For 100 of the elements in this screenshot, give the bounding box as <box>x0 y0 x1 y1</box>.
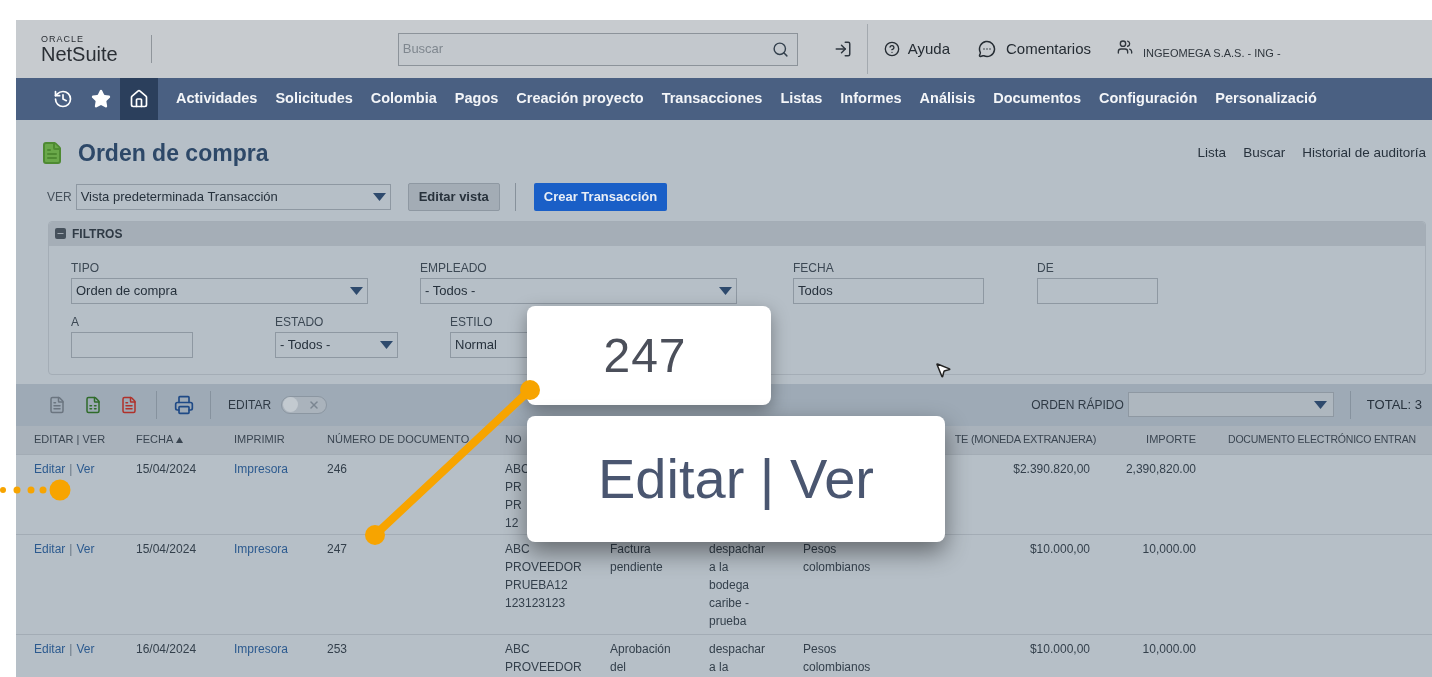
dropdown-caret-icon <box>1313 400 1327 409</box>
nav-menu-item[interactable]: Colombia <box>370 88 437 110</box>
speech-bubble-icon <box>978 40 996 58</box>
table-cell-text: despachar a la <box>709 640 766 676</box>
edit-view-button[interactable]: Editar vista <box>407 182 500 211</box>
callout-text: 247 <box>603 327 687 384</box>
input-field[interactable]: Todos <box>793 277 984 304</box>
table-cell-text: Pesos colombianos <box>803 540 871 576</box>
header-link[interactable]: Buscar <box>1243 143 1286 164</box>
feedback-button[interactable]: Comentarios <box>978 37 1092 61</box>
view-link[interactable]: Ver <box>76 539 95 634</box>
column-header[interactable]: EDITAR | VER <box>34 431 106 448</box>
column-header[interactable]: IMPORTE <box>1146 431 1196 448</box>
table-cell-text: ABC PROVEEDOR <box>505 640 582 676</box>
view-link[interactable]: Ver <box>76 459 95 534</box>
table-cell-text: 2,390,820.00 <box>1125 460 1196 478</box>
total-count: TOTAL: 3 <box>1366 395 1422 414</box>
help-button[interactable]: Ayuda <box>883 37 950 61</box>
export-pdf-icon[interactable] <box>120 395 138 414</box>
table-cell-text: 246 <box>327 460 348 478</box>
collapse-icon[interactable] <box>55 228 66 239</box>
help-icon <box>883 41 900 57</box>
dropdown-caret-icon <box>719 286 732 295</box>
table-cell-text: 10,000.00 <box>1142 540 1196 558</box>
field-label: DE <box>1037 259 1055 276</box>
dropdown-caret-icon <box>380 340 393 349</box>
close-icon <box>308 398 321 411</box>
nav-menu-item[interactable]: Actividades <box>176 88 258 110</box>
edit-link[interactable]: Editar <box>34 639 66 677</box>
link-separator: | <box>69 540 73 558</box>
table-cell-text: Aprobación del <box>610 640 671 676</box>
column-header[interactable]: NO <box>505 431 522 448</box>
mouse-pointer-icon <box>934 361 952 379</box>
filters-title: FILTROS <box>72 225 123 243</box>
dropdown-field[interactable]: Orden de compra <box>71 277 368 304</box>
nav-menu-item[interactable]: Informes <box>840 88 902 110</box>
input-field[interactable] <box>1037 277 1158 304</box>
field-label: FECHA <box>793 259 835 276</box>
nav-menu-item[interactable]: Listas <box>780 88 823 110</box>
account-button[interactable]: INGEOMEGA S.A.S. - ING - <box>1117 36 1281 62</box>
table-cell-text: Factura pendiente <box>610 540 663 576</box>
nav-menu-item[interactable]: Configuración <box>1099 88 1198 110</box>
people-icon <box>1117 39 1134 55</box>
nav-menu-item[interactable]: Personalizació <box>1215 88 1317 110</box>
nav-menu-item[interactable]: Documentos <box>993 88 1082 110</box>
nav-menu-item[interactable]: Solicitudes <box>275 88 353 110</box>
edit-link[interactable]: Editar <box>34 539 66 634</box>
dropdown-caret-icon <box>372 192 386 201</box>
column-header[interactable]: NÚMERO DE DOCUMENTO <box>327 431 470 448</box>
nav-menu-item[interactable]: Transacciones <box>661 88 763 110</box>
column-header[interactable]: IMPRIMIR <box>234 431 285 448</box>
field-label: ESTILO <box>450 313 494 330</box>
search-icon[interactable] <box>771 40 789 58</box>
link-separator: | <box>69 640 73 658</box>
enter-icon[interactable] <box>833 40 852 58</box>
home-icon[interactable] <box>120 78 158 120</box>
page-title: Orden de compra <box>78 139 269 168</box>
table-cell-text: 16/04/2024 <box>136 640 197 658</box>
table-cell-text: ABC PROVEEDOR PRUEBA12 123123123 <box>505 540 582 612</box>
field-label: ESTADO <box>275 313 325 330</box>
link-separator: | <box>69 460 73 478</box>
nav-menu-item[interactable]: Pagos <box>454 88 499 110</box>
field-label: TIPO <box>71 259 100 276</box>
header-link[interactable]: Historial de auditoría <box>1302 143 1426 164</box>
column-header[interactable]: DOCUMENTO ELECTRÓNICO ENTRAN <box>1228 431 1416 448</box>
edit-link[interactable]: Editar <box>34 459 66 534</box>
edit-toggle-label: EDITAR <box>228 396 272 414</box>
dropdown-field[interactable]: - Todos - <box>275 331 398 358</box>
print-icon[interactable] <box>174 394 194 415</box>
nav-menu-item[interactable]: Análisis <box>919 88 976 110</box>
field-label: EMPLEADO <box>420 259 488 276</box>
table-cell-text: 253 <box>327 640 348 658</box>
print-link[interactable]: Impresora <box>234 639 289 677</box>
dropdown-caret-icon <box>350 286 363 295</box>
print-link[interactable]: Impresora <box>234 459 289 534</box>
column-header[interactable]: FECHA <box>136 431 184 448</box>
export-csv-icon[interactable] <box>48 395 66 414</box>
table-cell-text: Pesos colombianos <box>803 640 871 676</box>
input-field[interactable] <box>71 331 193 358</box>
export-excel-icon[interactable] <box>84 395 102 414</box>
edit-toggle[interactable] <box>281 395 328 414</box>
print-link[interactable]: Impresora <box>234 539 289 634</box>
table-cell-text: 10,000.00 <box>1142 640 1196 658</box>
field-label: A <box>71 313 80 330</box>
table-cell-text: despachar a la bodega caribe - prueba <box>709 540 766 630</box>
table-cell-text: $2.390.820,00 <box>1013 460 1090 478</box>
table-cell-text: 15/04/2024 <box>136 460 197 478</box>
view-label: VER <box>47 188 72 206</box>
document-icon <box>40 141 64 166</box>
column-header[interactable]: TE (MONEDA EXTRANJERA) <box>954 431 1096 448</box>
callout-text: Editar | Ver <box>598 446 874 512</box>
nav-menu-item[interactable]: Creación proyecto <box>516 88 644 110</box>
view-dropdown[interactable]: Vista predeterminada Transacción <box>75 183 391 210</box>
table-cell-text: 247 <box>327 540 348 558</box>
create-transaction-button[interactable]: Crear Transacción <box>533 182 668 211</box>
dotted-leader-line <box>0 479 71 501</box>
view-link[interactable]: Ver <box>76 639 95 677</box>
header-link[interactable]: Lista <box>1197 143 1227 164</box>
dropdown-field[interactable]: - Todos - <box>420 277 737 304</box>
logo[interactable]: ORACLE NetSuite <box>41 34 118 64</box>
